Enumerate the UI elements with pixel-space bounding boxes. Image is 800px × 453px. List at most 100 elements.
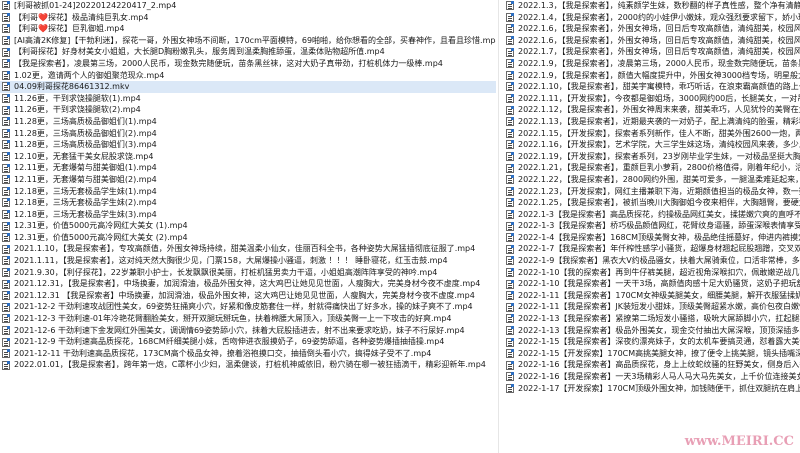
file-name: 1.02更，邀请两个人的御姐聚范现众.mp4 xyxy=(14,70,165,80)
file-item[interactable]: 2022.1.23，【开发探索】，网红主播兼职下海，近期颜值担当的极品女神，数一… xyxy=(504,186,800,198)
file-item[interactable]: 【利哥❤️探花】巨乳御姐.mp4 xyxy=(0,23,496,35)
file-item[interactable]: 2022-1-7【我是探索者】年仟榨性感学小骚货，超爆身材翘起屁股翘蹭，交叉双腿… xyxy=(504,243,800,255)
file-item[interactable]: 2022.1.4，【我是探索者】，2000约的小娃伊小嫩妹，观众强烈要求留下，娇… xyxy=(504,12,800,24)
file-item[interactable]: 2021.12.31，【我是探索者】，中场换妻，加润滑油，极品外围女神，这大鸡巴… xyxy=(0,278,496,290)
file-item[interactable]: 2022.1.7，【我是探索者】，外围女神场，回日后专攻高颜值，清纯甜美，校园风… xyxy=(504,46,800,58)
column-divider xyxy=(498,0,499,453)
file-name: 【我是探索者】，凌晨第三场，2000人民币，现金数完随便玩，苗条黑丝袜，这对大奶… xyxy=(14,58,443,68)
file-item[interactable]: 2022-1-13【我是探索者】极品外围美女，现金交付抽出大屌深喉，顶顶深插多毛… xyxy=(504,325,800,337)
file-item[interactable]: 2022.1.10，【我是探索者】，甜美宇寓模特，乖巧听话，在浪束霸高颜值的路上… xyxy=(504,81,800,93)
file-name: 2022.1.12，【我是探索者】，外围女神周末来袭，甜美乖巧，人见犹怜的美臀在… xyxy=(518,105,800,115)
video-file-icon xyxy=(2,291,10,301)
file-item[interactable]: 2022.1.25，【我是探索者】，被抓当晚川大胸御姐今夜来相伴，大胸翘臀，要硬… xyxy=(504,197,800,209)
file-name: 2022.1.19，【开发探索】，探索者系列，23岁刚毕业学生妹，一对极品坚挺大… xyxy=(518,151,800,161)
file-item[interactable]: 2022-1-13【我是探索者】紧撩第二场短发小骚搭，吸吮大屌舔脚小穴，扛起腿狠… xyxy=(504,313,800,325)
file-item[interactable]: 2021.1.11，【我是探索者】，这对纯天然大胸很少见，门票158，大屌爆操小… xyxy=(0,255,496,267)
file-item[interactable]: 2022.1.9，【我是探索者】，颜值大幅度提升中，外围女神3000档专场，明星… xyxy=(504,70,800,82)
file-name: 2021-12-2 干劲利速攻战团性美女，69姿势狂捅爽小穴，好紧和像皮筋套住一… xyxy=(14,302,473,312)
file-item[interactable]: 12.18更，三场无套极品学生妹(1).mp4 xyxy=(0,186,496,198)
file-item[interactable]: 2022.1-3【我是探索者】高品质探花，约操极品网红美女，揉搓嫩穴爽的直呼不要 xyxy=(504,209,800,221)
file-item[interactable]: 2022.1.13，【我是探索者】，近期最夹袭的一对奶子，配上满清纯的脸蛋，精彩… xyxy=(504,116,800,128)
file-item[interactable]: 11.26更，干到求饶操腿软(1).mp4 xyxy=(0,93,496,105)
file-item[interactable]: 12.11更，无套爆菊与甜美御姐(2).mp4 xyxy=(0,174,496,186)
file-list-left: [利哥被抓01-24]20220124220417_2.mp4 【利哥❤️探花】极… xyxy=(0,0,496,453)
file-item[interactable]: 【利哥探花】好身材美女小姐姐，大长腿D胸粉嫩乳头，服务周到温柔胸推舔蛋，温柔体贴… xyxy=(0,46,496,58)
file-item[interactable]: 2022-1-17【开发探索】170CM顶级外围女神，加钱随便干，抓住双腿抗在肩… xyxy=(504,383,800,395)
file-item[interactable]: 2022.01.01，【我是探索者】，跨年第一炮，C罩杯小少妇，温柔健谈，打桩机… xyxy=(0,359,496,371)
video-file-icon xyxy=(506,128,514,138)
file-name: 2022-1-9【我探索者】黑衣大V约极品骚女，扶着大屌骑乘位，口活非常棒，多毛… xyxy=(518,256,800,266)
file-item[interactable]: 2022.1.22，【我是探索者】，2800网约外围，甜美可爱多，一腿温柔难延起… xyxy=(504,174,800,186)
file-item[interactable]: 2022.1.3，【我是探索者】，纯素颜学生妹，数秒翻的样子真性感，整个净有清静… xyxy=(504,0,800,12)
file-item[interactable]: 12.11更，无套爆菊与甜美御姐(1).mp4 xyxy=(0,162,496,174)
file-name: 2022-1-16【我是探索者】高品质探花，身上上纹蛇纹骚的狂野美女，侧身后入往… xyxy=(518,360,800,370)
video-file-icon xyxy=(506,267,514,277)
file-item[interactable]: 2021-12-11 干劲利速高品质探花，173CM高个极品女神，撩着浴袍摸口交… xyxy=(0,348,496,360)
file-item[interactable]: 2022.1.16，【开发探索】，艺术学院，大三学生妹这场，清纯校园风来袭，多少… xyxy=(504,139,800,151)
file-name: 2022-1-11【我是探索者】JK装短发小甜妹，顶级美臀超紧水嫩，高价包夜白嫩… xyxy=(518,302,800,312)
file-item[interactable]: 【利哥❤️探花】极品清纯巨乳女.mp4 xyxy=(0,12,496,24)
file-name: 2021.12.31，【我是探索者】，中场换妻，加润滑油，极品外围女神，这大鸡巴… xyxy=(14,279,481,289)
file-item[interactable]: 11.28更，三场高质极品御姐们(2).mp4 xyxy=(0,128,496,140)
video-file-icon xyxy=(506,349,514,359)
file-item[interactable]: 1.02更，邀请两个人的御姐聚范现众.mp4 xyxy=(0,70,496,82)
video-file-icon xyxy=(506,302,514,312)
file-item[interactable]: 12.10更，无套猛干美女屁股求饶.mp4 xyxy=(0,151,496,163)
file-item[interactable]: 12.18更，三场无套极品学生妹(2).mp4 xyxy=(0,197,496,209)
file-item[interactable]: 2022-1-3【我是探索者】桥巧极品颜值网红，花臂纹身逼骚，舔蛋深喉表情享受，… xyxy=(504,220,800,232)
file-item[interactable]: 2022-1-15【我是探索者】深夜约漂亮妹子，女的太机车要搞灵通，怼着露大美性… xyxy=(504,336,800,348)
file-name: 2022.1.15，【开发探索】，探索者系列新作，佳人不断，甜美外围2600一炮… xyxy=(518,128,800,138)
video-file-icon xyxy=(506,140,514,150)
file-item[interactable]: 11.28更，三场高质极品御姐们(3).mp4 xyxy=(0,139,496,151)
video-file-icon xyxy=(2,233,10,243)
file-item[interactable]: 2022-1-15【开发探索】170CM高挑美腿女神，撩了便令上挑美腿，镜头插嘴… xyxy=(504,348,800,360)
file-name: 2022-1-3【我是探索者】桥巧极品颜值网红，花臂纹身逼骚，舔蛋深喉表情享受，… xyxy=(518,221,800,231)
file-item[interactable]: 2022-1-16【我是探索者】一天3场精彩人马人马大马先美女，上千价位连接美女… xyxy=(504,371,800,383)
file-item[interactable]: 12.18更，三场无套极品学生妹(3).mp4 xyxy=(0,209,496,221)
file-item[interactable]: 2022.1.6，【我是探索者】，外围女神场，回日后专攻高颜值，清纯甜美，校园风… xyxy=(504,35,800,47)
file-name: 2022.1.23，【开发探索】，网红主播兼职下海，近期颜值担当的极品女神，数一… xyxy=(518,186,800,196)
file-list-right: 2022.1.3，【我是探索者】，纯素颜学生妹，数秒翻的样子真性感，整个净有清静… xyxy=(504,0,800,453)
file-item[interactable]: 2022-1-9【我探索者】黑衣大V约极品骚女，扶着大屌骑乘位，口活非常棒，多毛… xyxy=(504,255,800,267)
file-item[interactable]: 2022.1.9，【我是探索者】，凌晨第三场，2000人民币，现金数完随便玩，苗… xyxy=(504,58,800,70)
video-file-icon xyxy=(2,198,10,208)
file-item[interactable]: 2022.1.19，【开发探索】，探索者系列，23岁刚毕业学生妹，一对极品坚挺大… xyxy=(504,151,800,163)
video-file-icon xyxy=(2,244,10,254)
file-item[interactable]: 2022-1-4【我是探索者】168CM顶级美臀女神，极品绝佳摇墓好，伸进内裤摸… xyxy=(504,232,800,244)
video-file-icon xyxy=(2,128,10,138)
video-file-icon xyxy=(506,82,514,92)
file-item[interactable]: 2022.1.6，【我是探索者】，外围女神场，回日后专攻高颜值，清纯甜美，校园风… xyxy=(504,23,800,35)
file-item[interactable]: 2022-1-10【我是探索者】一天干3场，高颜值肉感十足大奶骚货，这奶子把玩舒… xyxy=(504,278,800,290)
file-name: 2022.01.01，【我是探索者】，跨年第一炮，C罩杯小少妇，温柔健谈，打桩机… xyxy=(14,360,486,370)
file-item[interactable]: 2021-12-9 干劲利速高品质探花，168CM纤细美腿小妹，舌吻伸进衣服摸奶… xyxy=(0,336,496,348)
video-file-icon xyxy=(506,1,514,11)
file-name: 2021.9.30，【利仔探花】，22岁兼职小护士，长发飘飘很美丽，打桩机猛男卖… xyxy=(14,267,438,277)
file-item[interactable]: 2021.1.10，【我是探索者】，专攻高颜值，外围女神场持续，甜美温柔小仙女，… xyxy=(0,243,496,255)
file-item[interactable]: 2022.1.11，【开发探索】，今夜都是御姐场，3000网约00后，长腿美女，… xyxy=(504,93,800,105)
file-item[interactable]: 2022-1-11【我是探索者】170CM女神级美腿美女，细腰美腿，解开衣服猛揉… xyxy=(504,290,800,302)
file-item[interactable]: 【我是探索者】，凌晨第三场，2000人民币，现金数完随便玩，苗条黑丝袜，这对大奶… xyxy=(0,58,496,70)
file-item[interactable]: 2022.1.12，【我是探索者】，外围女神周末来袭，甜美乖巧，人见犹怜的美臀在… xyxy=(504,104,800,116)
file-item[interactable]: 11.26更，干到求饶操腿软(2).mp4 xyxy=(0,104,496,116)
file-name: 12.11更，无套爆菊与甜美御姐(1).mp4 xyxy=(14,163,157,173)
file-item[interactable]: 2021.9.30，【利仔探花】，22岁兼职小护士，长发飘飘很美丽，打桩机猛男卖… xyxy=(0,267,496,279)
file-item[interactable]: 04.09利哥探花86461312.mkv xyxy=(0,81,496,93)
file-item[interactable]: 12.31更，价值5000元高冷网红大美女 (1).mp4 xyxy=(0,220,496,232)
file-item[interactable]: [利哥被抓01-24]20220124220417_2.mp4 xyxy=(0,0,496,12)
file-item[interactable]: 2022-1-10【我的探索者】再到牛仔裤美腿，超近视角深喉扣穴，佩敢嫩逆战几下… xyxy=(504,267,800,279)
file-item[interactable]: 12.31更，价值5000元高冷网红大美女 (2).mp4 xyxy=(0,232,496,244)
file-item[interactable]: 2021-12-6 干劲利速下金发网红外围美女，调调情69姿势舔小穴，抹着大屁股… xyxy=(0,325,496,337)
file-item[interactable]: [AI高清2K修复]【干勃利迷】，探花一哥，外围女神场不间断，170cm平面模特… xyxy=(0,35,496,47)
file-item[interactable]: 2022.1.21，【我是探索者】，重颜巨乳小萝莉，2800价格值得，刚着年纪小… xyxy=(504,162,800,174)
file-item[interactable]: 2021.12.31 【我是探索者】中场换妻，加润滑油，极品外围女神，这大鸡巴让… xyxy=(0,290,496,302)
file-item[interactable]: 2022-1-11【我是探索者】JK装短发小甜妹，顶级美臀超紧水嫩，高价包夜白嫩… xyxy=(504,301,800,313)
file-item[interactable]: 2021-12-3 干劲利速-01年冷艳花臂翻脸美女，掰开双腿玩掰玩鱼，扶着棉腰… xyxy=(0,313,496,325)
file-name: 2022.1.3，【我是探索者】，纯素颜学生妹，数秒翻的样子真性感，整个净有清静… xyxy=(518,1,800,10)
file-name: 12.31更，价值5000元高冷网红大美女 (2).mp4 xyxy=(14,232,188,242)
file-item[interactable]: 2022.1.15，【开发探索】，探索者系列新作，佳人不断，甜美外围2600一炮… xyxy=(504,128,800,140)
file-item[interactable]: 11.28更，三场高质极品御姐们(1).mp4 xyxy=(0,116,496,128)
video-file-icon xyxy=(506,209,514,219)
file-item[interactable]: 2021-12-2 干劲利速攻战团性美女，69姿势狂捅爽小穴，好紧和像皮筋套住一… xyxy=(0,301,496,313)
file-item[interactable]: 2022-1-16【我是探索者】高品质探花，身上上纹蛇纹骚的狂野美女，侧身后入往… xyxy=(504,359,800,371)
file-name: [利哥被抓01-24]20220124220417_2.mp4 xyxy=(14,1,177,10)
